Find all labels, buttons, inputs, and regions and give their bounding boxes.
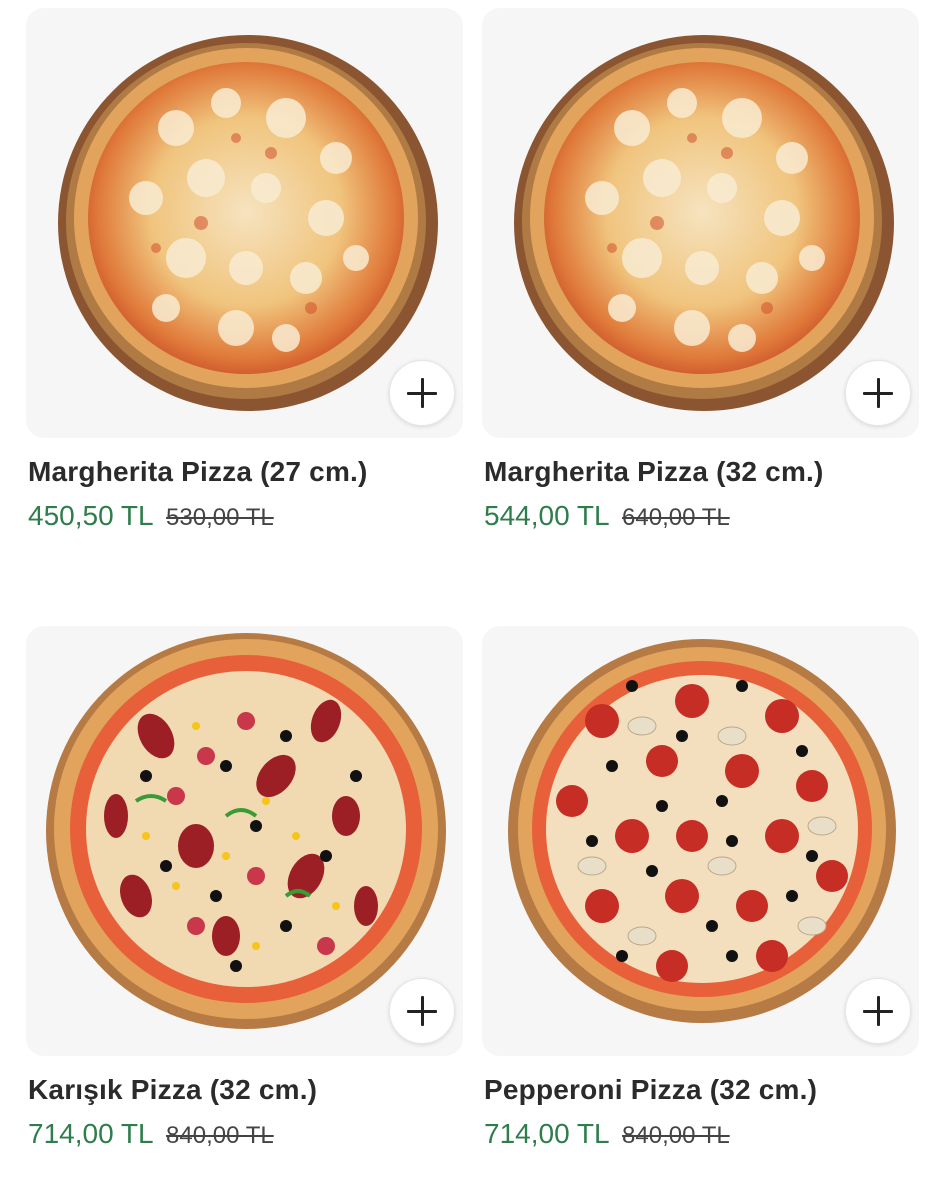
original-price: 530,00 TL xyxy=(166,504,274,531)
price-row: 714,00 TL 840,00 TL xyxy=(484,1118,919,1150)
add-to-cart-button[interactable] xyxy=(845,978,911,1044)
product-card[interactable]: Pepperoni Pizza (32 cm.) 714,00 TL 840,0… xyxy=(482,626,919,1150)
sale-price: 714,00 TL xyxy=(484,1118,610,1149)
product-card[interactable]: Margherita Pizza (32 cm.) 544,00 TL 640,… xyxy=(482,8,919,532)
product-image-container[interactable] xyxy=(26,8,463,438)
price-row: 544,00 TL 640,00 TL xyxy=(484,500,919,532)
product-title: Margherita Pizza (32 cm.) xyxy=(484,456,824,487)
sale-price: 544,00 TL xyxy=(484,500,610,531)
product-title: Margherita Pizza (27 cm.) xyxy=(28,456,368,487)
price-row: 450,50 TL 530,00 TL xyxy=(28,500,463,532)
original-price: 840,00 TL xyxy=(622,1122,730,1149)
product-card[interactable]: Karışık Pizza (32 cm.) 714,00 TL 840,00 … xyxy=(26,626,463,1150)
add-to-cart-button[interactable] xyxy=(845,360,911,426)
product-title: Pepperoni Pizza (32 cm.) xyxy=(484,1074,818,1105)
plus-icon xyxy=(863,378,893,408)
sale-price: 450,50 TL xyxy=(28,500,154,531)
add-to-cart-button[interactable] xyxy=(389,360,455,426)
original-price: 640,00 TL xyxy=(622,504,730,531)
product-card[interactable]: Margherita Pizza (27 cm.) 450,50 TL 530,… xyxy=(26,8,463,532)
sale-price: 714,00 TL xyxy=(28,1118,154,1149)
product-image-container[interactable] xyxy=(26,626,463,1056)
product-title: Karışık Pizza (32 cm.) xyxy=(28,1074,318,1105)
product-image-container[interactable] xyxy=(482,8,919,438)
plus-icon xyxy=(407,996,437,1026)
plus-icon xyxy=(407,378,437,408)
product-image-container[interactable] xyxy=(482,626,919,1056)
add-to-cart-button[interactable] xyxy=(389,978,455,1044)
original-price: 840,00 TL xyxy=(166,1122,274,1149)
price-row: 714,00 TL 840,00 TL xyxy=(28,1118,463,1150)
plus-icon xyxy=(863,996,893,1026)
